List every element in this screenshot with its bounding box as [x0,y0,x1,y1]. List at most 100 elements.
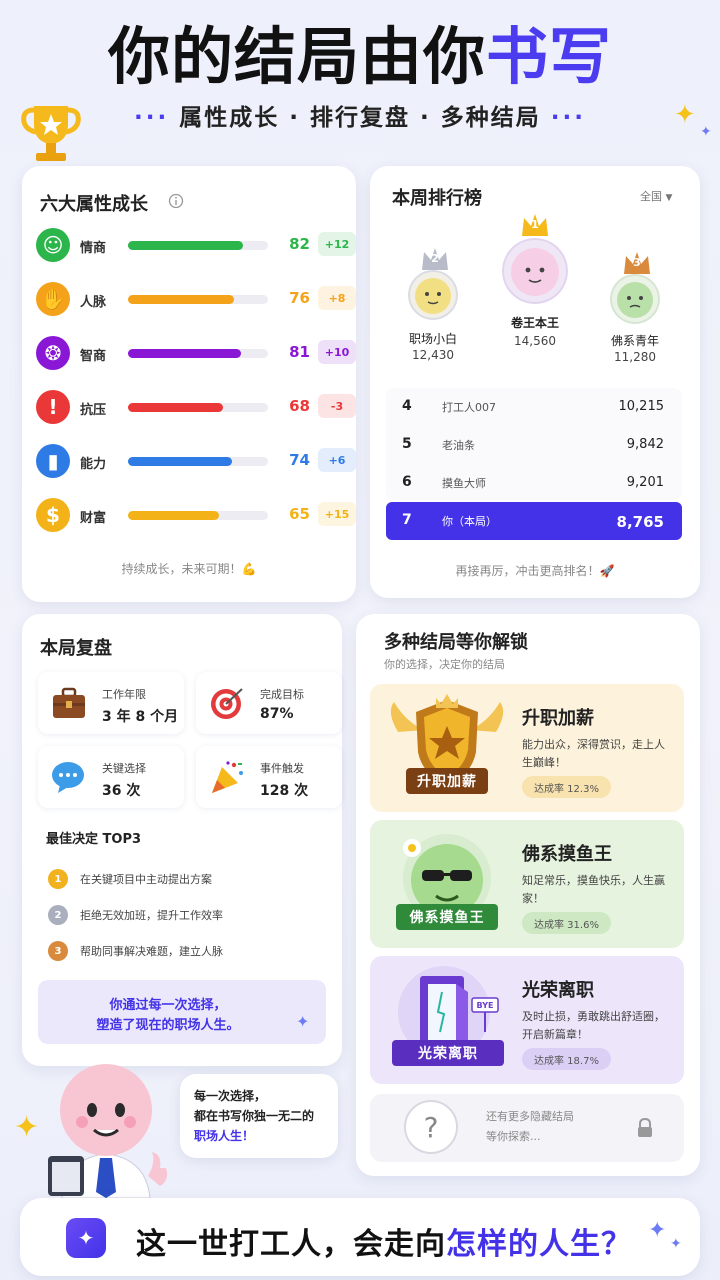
stat-label: 工作年限 [102,688,146,701]
table-row[interactable]: 6 摸鱼大师 9,201 [386,464,682,502]
ending-rate: 达成率 31.6% [522,912,611,934]
gold-medal-icon: 1 [48,869,68,889]
avatar [408,270,458,320]
attribute-progress-fill [128,241,243,250]
top3-text: 在关键项目中主动提出方案 [80,873,212,886]
avatar [610,274,660,324]
podium-third[interactable]: 3 佛系青年 11,280 [592,250,678,370]
podium-name: 卷王本王 [510,316,559,330]
bubble-line: 每一次选择， [194,1089,267,1103]
chat-bubble-icon [52,762,84,793]
attribute-progress-fill [128,457,232,466]
attribute-row: ▮ 能力 74 +6 [36,442,356,482]
silver-medal-icon: 2 [48,905,68,925]
bottom-text-main: 这一世打工人，会走向 [136,1227,446,1262]
stat-events-triggered: 事件触发 128 次 [196,746,342,808]
top3-text: 帮助同事解决难题，建立人脉 [80,945,223,958]
rank-number: 4 [402,398,412,414]
ranking-filter-dropdown[interactable]: 全国 ▼ [640,188,672,204]
attributes-title: 六大属性成长 [40,194,148,215]
rank-player-name: 你（本局） [442,515,497,528]
attributes-card: 六大属性成长 ☺ 情商 82 +12 ✋ 人脉 76 +8 ❂ 智商 81 +10! 抗压 68 -3 ▮ 能力… [22,166,356,602]
list-item: 3 帮助同事解决难题，建立人脉 [48,938,316,964]
info-circle-icon[interactable] [168,193,184,209]
person-icon: ☺ [36,228,70,262]
ending-desc: 知足常乐，摸鱼快乐，人生赢家！ [522,874,665,905]
stat-goal-completion: 完成目标 87% [196,672,342,734]
attribute-name: 智商 [80,349,107,364]
chevron-down-icon: ▼ [665,193,673,203]
ranking-filter-label: 全国 [640,190,662,203]
podium-second[interactable]: 2 职场小白 12,430 [390,246,476,366]
locked-text: 还有更多隐藏结局 [486,1110,574,1123]
rank-score: 9,842 [626,437,664,452]
ranking-row-self[interactable]: 7 你（本局） 8,765 [386,502,682,540]
attribute-row: ☺ 情商 82 +12 [36,226,356,266]
bottom-cta-bar[interactable]: ✦ 这一世打工人，会走向怎样的人生？ ✦ ✦ [20,1198,700,1276]
handshake-icon: ✋ [36,282,70,316]
ending-title: 佛系摸鱼王 [522,844,612,865]
hero-title-main: 你的结局由你 [107,20,486,93]
briefcase-icon [53,687,85,718]
hero-subtitle: ··· 属性成长 · 排行复盘 · 多种结局 ··· [0,98,720,132]
stat-value: 128 次 [260,783,309,799]
top3-text: 拒绝无效加班，提升工作效率 [80,909,223,922]
attribute-value: 81 [289,343,310,361]
brain-icon: ❂ [36,336,70,370]
attribute-row: $ 财富 65 +15 [36,496,356,536]
sparkle-icon: ✦ [674,100,696,130]
bubble-line: 职场人生！ [194,1129,255,1143]
rank-player-name: 摸鱼大师 [442,477,486,490]
podium-rank: 3 [633,256,641,269]
ending-resign[interactable]: BYE 光荣离职 光荣离职 及时止损，勇敢跳出舒适圈，开启新篇章！ 达成率 18… [370,956,684,1084]
sparkle-app-icon: ✦ [66,1218,106,1258]
sparkle-icon: ✦ [648,1218,667,1243]
sparkle-icon: ✦ [700,124,712,140]
podium-first[interactable]: 1 卷王本王 14,560 [492,212,578,352]
ending-locked[interactable]: ? 还有更多隐藏结局 等你探索... [370,1094,684,1162]
sparkle-icon: ✦ [14,1110,40,1145]
rank-score: 10,215 [618,399,665,414]
attribute-delta-badge: +10 [318,340,356,364]
ending-rate: 达成率 18.7% [522,1048,611,1070]
ending-slacker[interactable]: 佛系摸鱼王 佛系摸鱼王 知足常乐，摸鱼快乐，人生赢家！ 达成率 31.6% [370,820,684,948]
door-sign-text: BYE [477,1001,494,1010]
ranking-card: 本周排行榜 全国 ▼ 2 职场小白 12,430 1 卷王本王 14,560 3… [370,166,700,598]
attribute-row: ✋ 人脉 76 +8 [36,280,356,320]
ending-badge-ribbon: 升职加薪 [406,768,488,794]
sparkle-icon: ✦ [296,1012,310,1031]
subtitle-dots-left: ··· [134,105,170,131]
podium-score: 14,560 [514,334,556,348]
table-row[interactable]: 4 打工人007 10,215 [386,388,682,426]
target-icon [211,688,243,719]
rank-number: 5 [402,436,412,452]
attribute-value: 65 [289,505,310,523]
ranking-footer: 再接再厉，冲击更高排名！🚀 [455,564,615,578]
rank-score: 9,201 [626,475,664,490]
bar-chart-icon: ▮ [36,444,70,478]
ending-rate: 达成率 12.3% [522,776,611,798]
attribute-progress-bar [128,457,268,466]
ending-badge-ribbon: 光荣离职 [392,1040,504,1066]
endings-title: 多种结局等你解锁 [384,632,528,653]
rank-number: 6 [402,474,412,490]
subtitle-dots-right: ··· [550,105,586,131]
ending-promotion[interactable]: 升职加薪 升职加薪 能力出众，深得赏识，走上人生巅峰！ 达成率 12.3% [370,684,684,812]
podium-rank: 2 [431,252,439,265]
attribute-delta-badge: +12 [318,232,356,256]
ending-title: 光荣离职 [522,980,594,1001]
table-row[interactable]: 5 老油条 9,842 [386,426,682,464]
dollar-coin-icon: $ [36,498,70,532]
stat-value: 3 年 8 个月 [102,709,179,725]
attribute-value: 74 [289,451,310,469]
subtitle-text: 属性成长 · 排行复盘 · 多种结局 [179,105,541,131]
podium-name: 佛系青年 [610,334,659,348]
avatar [502,238,568,304]
list-item: 1 在关键项目中主动提出方案 [48,866,316,892]
bottom-text-accent: 怎样的人生？ [446,1227,632,1262]
review-title: 本局复盘 [40,638,112,659]
party-popper-icon [212,761,243,793]
bottom-cta-text: 这一世打工人，会走向怎样的人生？ [136,1219,632,1263]
rank-player-name: 打工人007 [442,401,496,414]
warning-icon: ! [36,390,70,424]
